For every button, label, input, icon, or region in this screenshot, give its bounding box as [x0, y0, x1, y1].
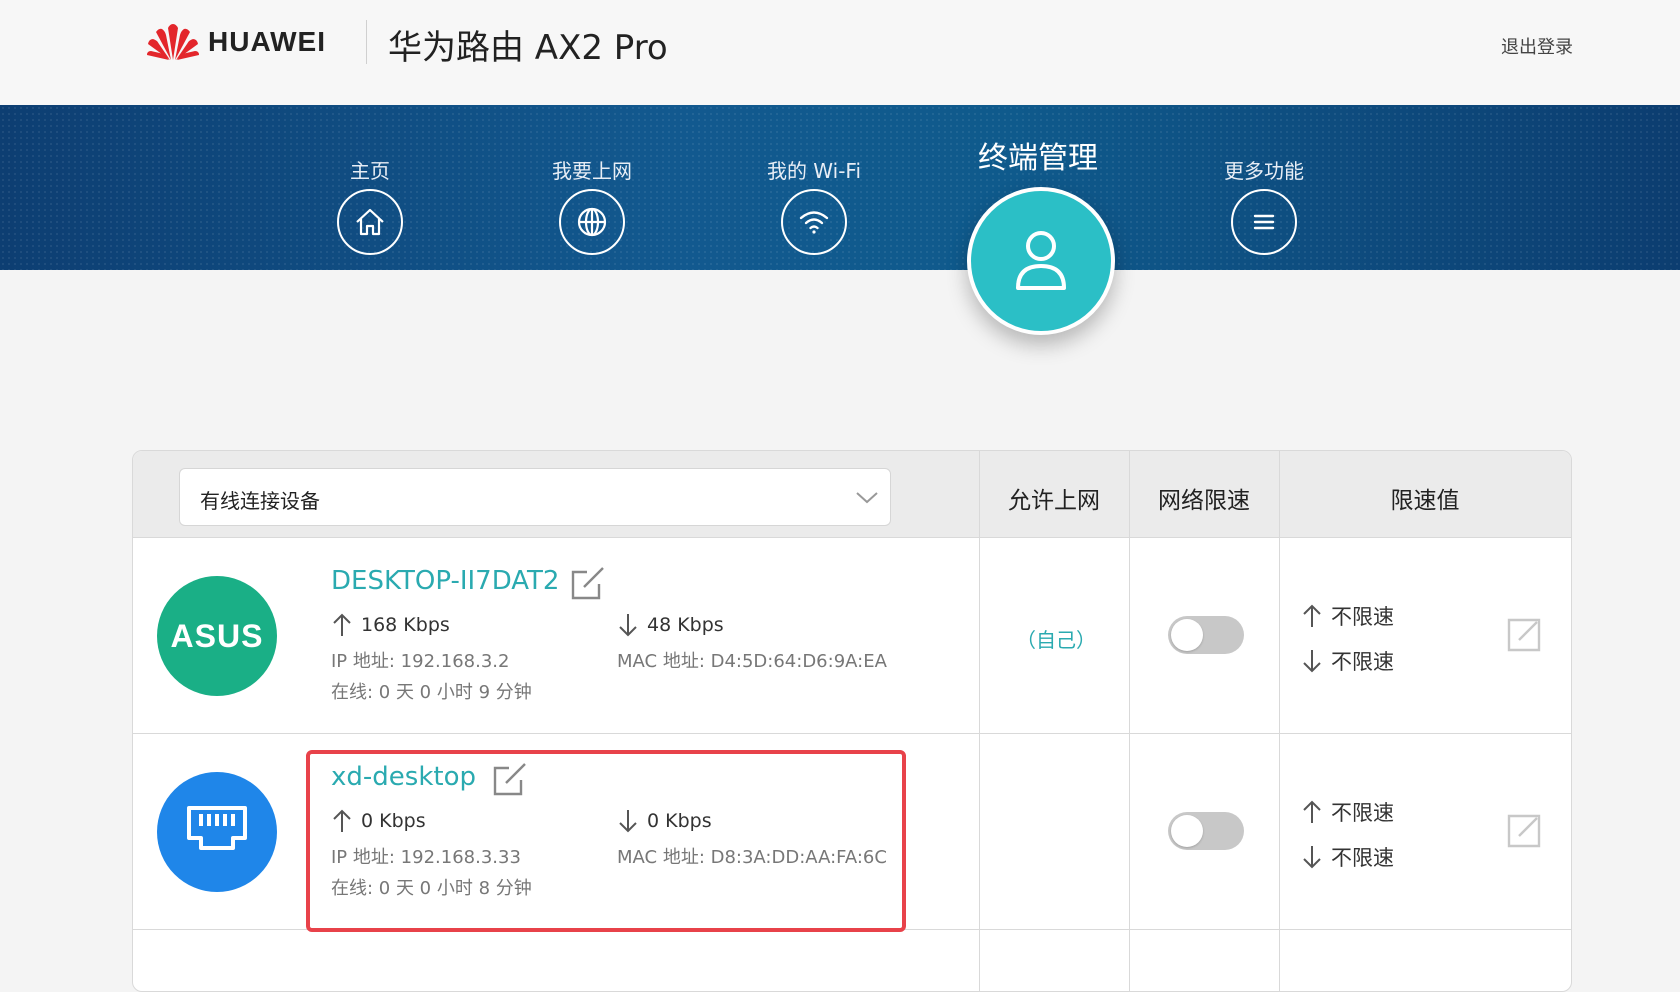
table-header: 有线连接设备 允许上网 网络限速 限速值: [133, 451, 1571, 538]
nav-more-label: 更多功能: [1224, 159, 1304, 183]
globe-icon: [559, 189, 625, 255]
download-limit: 不限速: [1301, 646, 1394, 676]
download-rate: 48 Kbps: [617, 612, 724, 638]
mac-address: MAC 地址: D4:5D:64:D6:9A:EA: [617, 651, 887, 672]
nav-wifi[interactable]: 我的 Wi-Fi: [744, 105, 884, 255]
device-type-select[interactable]: 有线连接设备: [179, 468, 891, 526]
nav-home[interactable]: 主页: [300, 105, 440, 255]
arrow-down-icon: [619, 614, 637, 637]
home-icon: [337, 189, 403, 255]
upload-limit-value: 不限速: [1331, 605, 1394, 629]
ip-address: IP 地址: 192.168.3.2: [331, 651, 510, 672]
speed-limit-toggle[interactable]: [1168, 616, 1244, 654]
main-nav: 主页 我要上网 我的 Wi-Fi 终端管理 更多功能: [0, 105, 1680, 335]
online-duration: 在线: 0 天 0 小时 9 分钟: [331, 682, 532, 703]
huawei-petal-icon: [147, 24, 199, 60]
highlight-box: [306, 750, 906, 932]
device-avatar-asus: ASUS: [157, 576, 277, 696]
arrow-up-icon: [1303, 800, 1321, 823]
arrow-down-icon: [1303, 846, 1321, 869]
upload-limit-value: 不限速: [1331, 801, 1394, 825]
nav-device-management[interactable]: 终端管理: [963, 105, 1115, 335]
allow-internet-status: （自己）: [1016, 628, 1096, 652]
menu-icon: [1231, 189, 1297, 255]
speed-limit-toggle[interactable]: [1168, 812, 1244, 850]
nav-internet-label: 我要上网: [552, 159, 632, 183]
download-rate-value: 48 Kbps: [647, 614, 724, 636]
wifi-icon: [781, 189, 847, 255]
arrow-up-icon: [333, 613, 351, 636]
table-row: ASUS DESKTOP-II7DAT2 168 Kbps 48 Kbps IP…: [133, 538, 1571, 734]
edit-icon[interactable]: [569, 564, 607, 602]
download-limit-value: 不限速: [1331, 846, 1394, 870]
toggle-knob: [1171, 815, 1203, 847]
toggle-knob: [1171, 619, 1203, 651]
upload-rate-value: 168 Kbps: [361, 614, 450, 636]
device-name[interactable]: DESKTOP-II7DAT2: [331, 566, 559, 596]
header-divider: [366, 20, 367, 64]
product-title: 华为路由 AX2 Pro: [388, 28, 668, 68]
brand-name: HUAWEI: [208, 26, 326, 57]
huawei-logo: HUAWEI: [146, 22, 326, 62]
top-header: HUAWEI 华为路由 AX2 Pro 退出登录: [0, 0, 1680, 105]
download-limit: 不限速: [1301, 842, 1394, 872]
edit-limit-icon[interactable]: [1505, 812, 1543, 850]
download-limit-value: 不限速: [1331, 650, 1394, 674]
nav-home-label: 主页: [350, 159, 390, 183]
device-type-value: 有线连接设备: [200, 489, 320, 513]
column-allow-internet: 允许上网: [1008, 488, 1100, 514]
upload-limit: 不限速: [1301, 601, 1394, 631]
user-icon: [967, 187, 1115, 335]
chevron-down-icon: [856, 492, 878, 504]
nav-wifi-label: 我的 Wi-Fi: [766, 159, 862, 183]
nav-more[interactable]: 更多功能: [1194, 105, 1334, 255]
column-speed-limit: 网络限速: [1158, 488, 1250, 514]
edit-limit-icon[interactable]: [1505, 616, 1543, 654]
column-limit-value: 限速值: [1390, 488, 1460, 514]
nav-internet[interactable]: 我要上网: [522, 105, 662, 255]
upload-rate: 168 Kbps: [331, 612, 450, 638]
ethernet-icon: [157, 772, 277, 892]
nav-device-management-label: 终端管理: [978, 141, 1098, 176]
arrow-down-icon: [1303, 650, 1321, 673]
logout-link[interactable]: 退出登录: [1501, 33, 1573, 59]
upload-limit: 不限速: [1301, 797, 1394, 827]
arrow-up-icon: [1303, 604, 1321, 627]
